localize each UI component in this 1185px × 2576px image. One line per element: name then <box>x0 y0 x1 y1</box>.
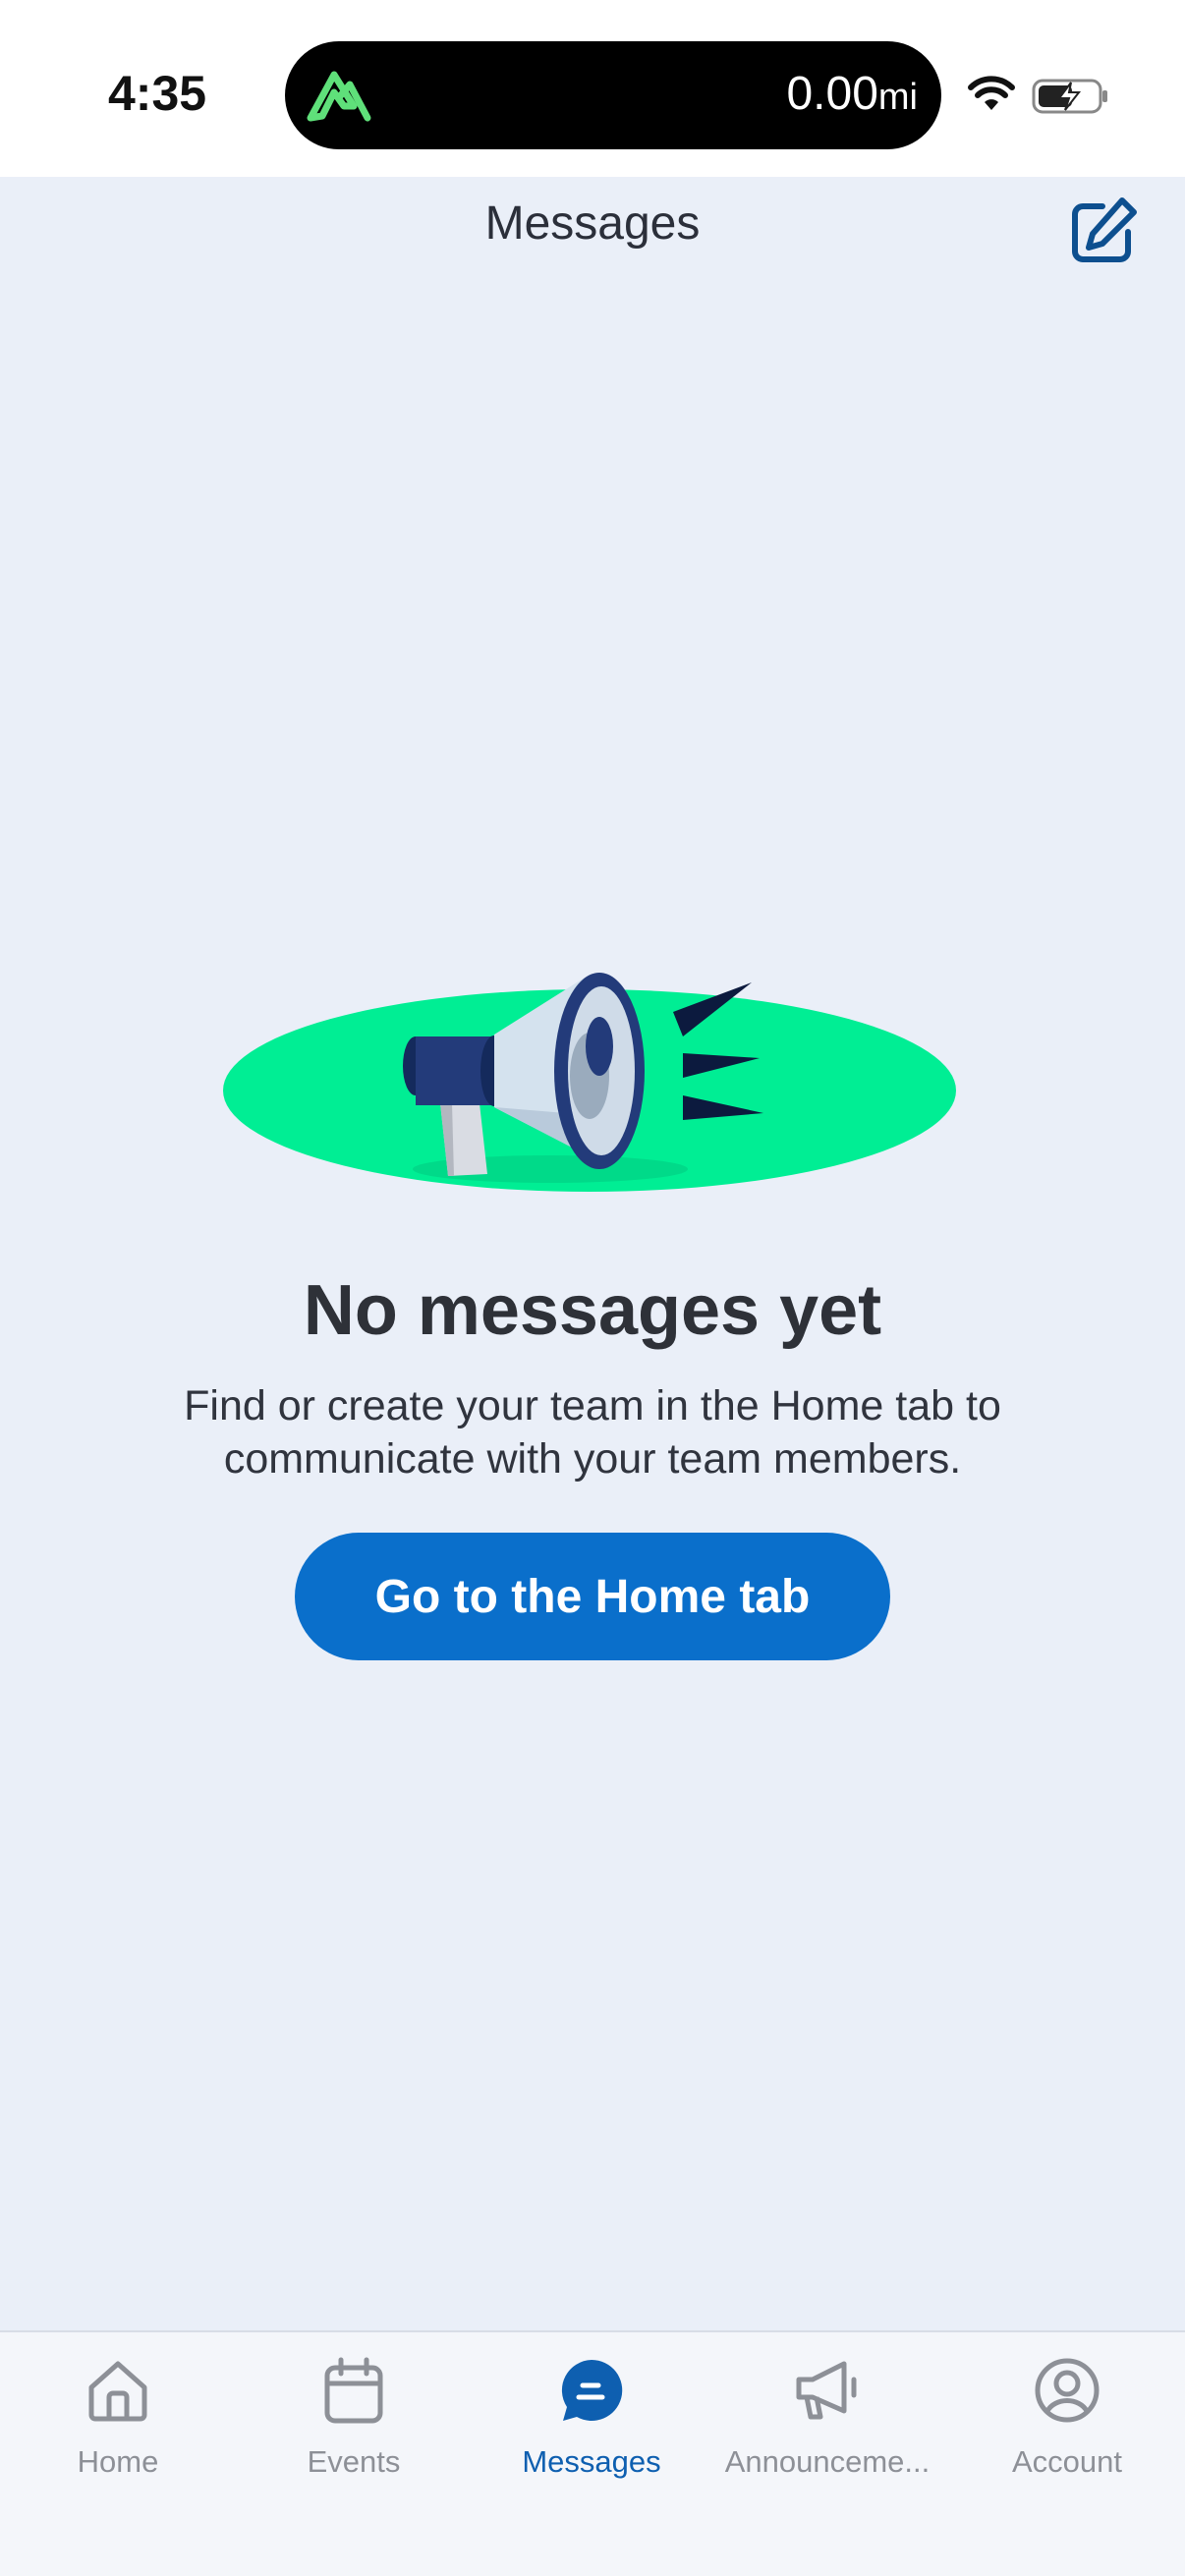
tab-label-messages: Messages <box>522 2444 661 2479</box>
megaphone-icon <box>796 2361 857 2420</box>
battery-charging-icon <box>1032 79 1107 114</box>
app-logo-icon <box>307 71 371 122</box>
megaphone-illustration <box>223 973 956 1192</box>
tab-label-account: Account <box>1011 2444 1122 2479</box>
compose-icon[interactable] <box>1063 193 1142 271</box>
tab-home[interactable]: Home <box>0 2356 236 2503</box>
page-title: Messages <box>484 197 701 250</box>
distance-readout: 0.00mi <box>786 67 918 121</box>
distance-value: 0.00 <box>786 68 878 120</box>
tab-events[interactable]: Events <box>236 2356 472 2503</box>
calendar-icon <box>324 2357 383 2424</box>
tab-label-events: Events <box>307 2444 401 2479</box>
home-icon <box>88 2361 147 2422</box>
user-circle-icon <box>1035 2358 1100 2423</box>
tab-messages[interactable]: Messages <box>474 2356 709 2503</box>
empty-state-description: Find or create your team in the Home tab… <box>138 1379 1047 1485</box>
tab-account[interactable]: Account <box>949 2356 1185 2503</box>
empty-state-line-1: Find or create your team in the Home tab… <box>184 1382 1001 1429</box>
tab-bar: Home Events Messages Announceme... Accou… <box>0 2330 1185 2576</box>
empty-state-line-2: communicate with your team members. <box>223 1435 962 1483</box>
status-bar: 4:35 0.00mi <box>0 0 1185 177</box>
tab-announcements[interactable]: Announceme... <box>709 2356 945 2503</box>
distance-unit: mi <box>877 77 918 118</box>
dynamic-island-activity[interactable]: 0.00mi <box>285 41 941 149</box>
wifi-icon <box>968 76 1015 110</box>
empty-state-title: No messages yet <box>303 1271 882 1350</box>
messages-screen: 4:35 0.00mi Messages No messages yet Fin… <box>0 0 1185 2576</box>
tab-label-announcements: Announceme... <box>724 2444 931 2479</box>
chat-bubble-icon <box>561 2359 623 2421</box>
go-to-home-tab-button[interactable]: Go to the Home tab <box>295 1533 890 1660</box>
status-time: 4:35 <box>108 66 207 121</box>
tab-label-home: Home <box>77 2444 159 2479</box>
home-indicator <box>395 2550 790 2562</box>
